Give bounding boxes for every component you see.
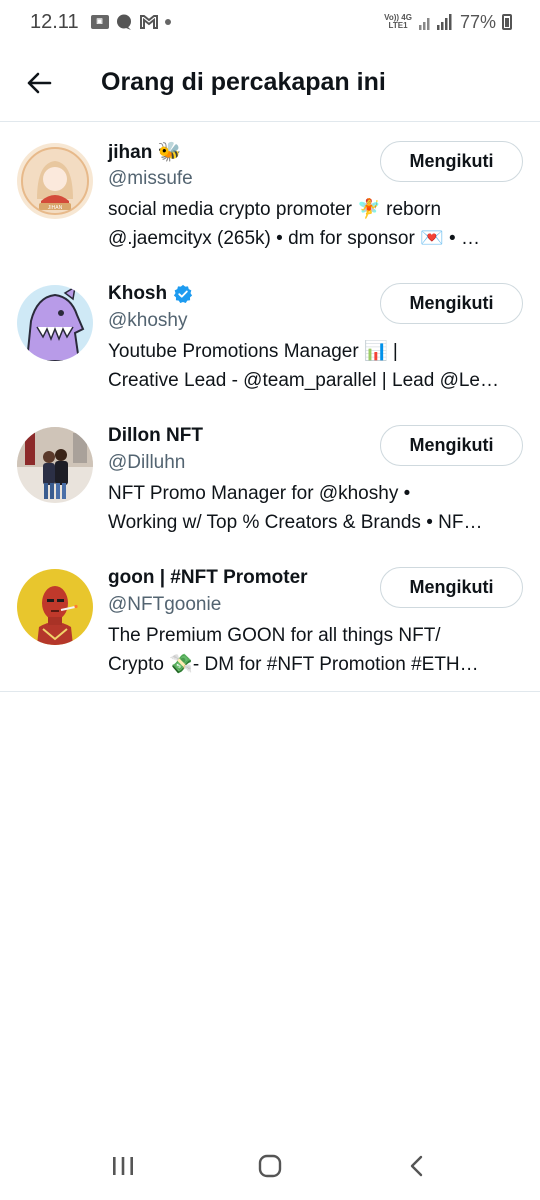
status-left: 12.11 ▣ (30, 11, 171, 34)
user-bio: social media crypto promoter 🧚 reborn @.… (108, 195, 518, 253)
user-bio: NFT Promo Manager for @khoshy • Working … (108, 479, 518, 537)
recent-apps-icon (113, 1157, 134, 1175)
following-button[interactable]: Mengikuti (380, 425, 523, 466)
gmail-icon (139, 14, 159, 30)
status-bar: 12.11 ▣ Vo)) 4G LTE1 77% (0, 0, 540, 44)
bio-line: The Premium GOON for all things NFT/ (108, 625, 441, 646)
avatar[interactable] (17, 285, 93, 361)
system-nav-bar (0, 1132, 540, 1200)
battery-percent: 77% (459, 11, 496, 32)
user-row[interactable]: Dillon NFT @Dilluhn NFT Promo Manager fo… (0, 407, 540, 549)
more-notifications-dot (164, 19, 171, 25)
page-title: Orang di percakapan ini (101, 68, 386, 96)
bio-line: Youtube Promotions Manager 📊 | (108, 341, 398, 362)
user-name[interactable]: jihan 🐝 (108, 140, 181, 164)
bio-line: Crypto 💸- DM for #NFT Promotion #ETH… (108, 654, 479, 675)
avatar-logo-text: JIHAN (48, 205, 63, 211)
user-name[interactable]: Dillon NFT (108, 425, 203, 447)
back-button[interactable] (14, 58, 64, 108)
recent-apps-button[interactable] (93, 1141, 153, 1191)
signal-icon (418, 13, 454, 31)
network-indicator: Vo)) 4G LTE1 (384, 14, 412, 30)
user-name[interactable]: Khosh (108, 283, 167, 305)
avatar[interactable]: JIHAN (17, 143, 93, 219)
header: Orang di percakapan ini (0, 44, 540, 122)
arrow-left-icon (27, 72, 52, 93)
status-time: 12.11 (30, 10, 79, 33)
bio-line: Creative Lead - @team_parallel | Lead @L… (108, 370, 499, 391)
user-bio: The Premium GOON for all things NFT/ Cry… (108, 621, 518, 679)
following-button[interactable]: Mengikuti (380, 141, 523, 182)
verified-badge-icon (174, 284, 193, 303)
user-bio: Youtube Promotions Manager 📊 | Creative … (108, 337, 518, 395)
app-notification-icon: ▣ (90, 15, 109, 29)
network-bottom-text: LTE1 (388, 21, 408, 30)
bio-line: Working w/ Top % Creators & Brands • NF… (108, 512, 483, 533)
status-right: Vo)) 4G LTE1 77% (384, 12, 512, 33)
system-back-button[interactable] (387, 1141, 447, 1191)
bio-line: NFT Promo Manager for @khoshy • (108, 483, 411, 504)
battery-icon (502, 14, 512, 30)
home-icon (258, 1154, 282, 1178)
following-button[interactable]: Mengikuti (380, 567, 523, 608)
user-name[interactable]: goon | #NFT Promoter (108, 567, 308, 589)
avatar[interactable] (17, 427, 93, 503)
avatar[interactable] (17, 569, 93, 645)
home-button[interactable] (240, 1141, 300, 1191)
user-list: JIHAN jihan 🐝 @missufe social media cryp… (0, 123, 540, 692)
message-icon (115, 13, 133, 31)
bio-line: @.jaemcityx (265k) • dm for sponsor 💌 • … (108, 228, 480, 249)
user-row[interactable]: Khosh @khoshy Youtube Promotions Manager… (0, 265, 540, 407)
user-row[interactable]: JIHAN jihan 🐝 @missufe social media cryp… (0, 123, 540, 265)
bio-line: social media crypto promoter 🧚 reborn (108, 199, 442, 220)
user-row[interactable]: goon | #NFT Promoter @NFTgoonie The Prem… (0, 549, 540, 691)
following-button[interactable]: Mengikuti (380, 283, 523, 324)
back-chevron-icon (410, 1155, 422, 1177)
